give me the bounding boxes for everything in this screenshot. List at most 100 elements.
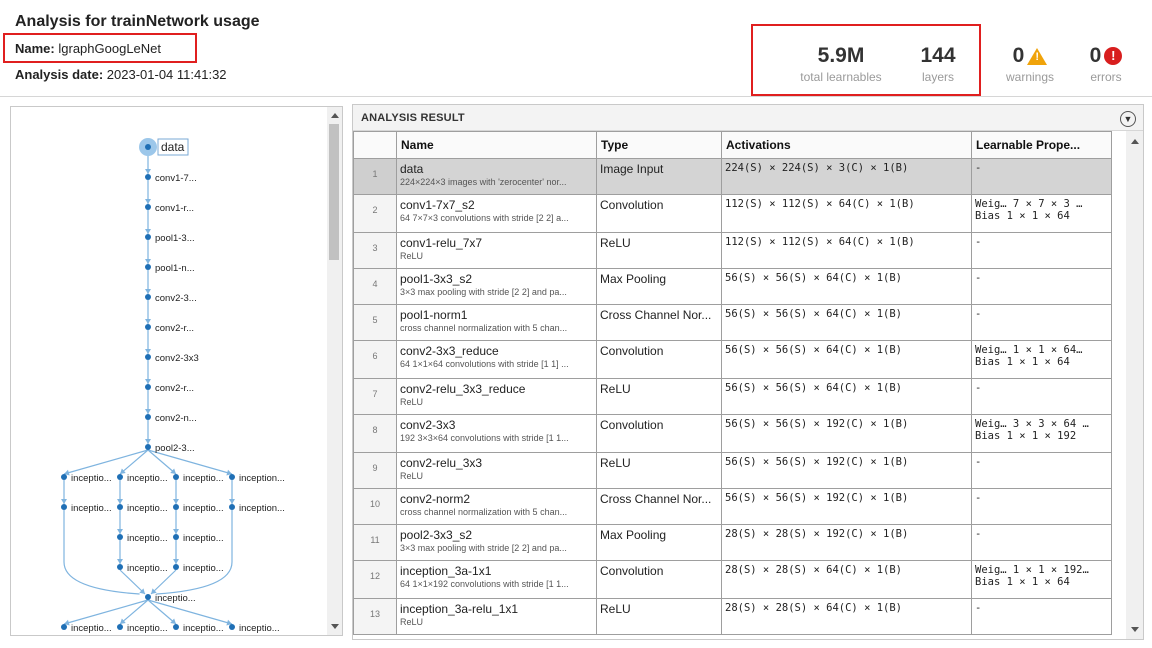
- graph-node[interactable]: [145, 264, 151, 270]
- scroll-down-arrow[interactable]: [331, 624, 339, 629]
- layer-activations: 56(S) × 56(S) × 192(C) × 1(B): [721, 414, 972, 453]
- graph-node[interactable]: [117, 504, 123, 510]
- layer-type: Max Pooling: [596, 524, 722, 561]
- layer-description: 224×224×3 images with 'zerocenter' nor..…: [400, 177, 567, 187]
- layer-type: ReLU: [596, 598, 722, 635]
- graph-node[interactable]: [145, 204, 151, 210]
- graph-node[interactable]: [117, 624, 123, 630]
- learnable-line-1: Weig… 7 × 7 × 3 …: [975, 198, 1083, 210]
- graph-edge-arrow: [145, 169, 151, 174]
- table-row[interactable]: 12 inception_3a-1x1 64 1×1×192 convolution…: [353, 560, 1112, 599]
- layer-name-cell[interactable]: pool1-3x3_s2 3×3 max pooling with stride …: [396, 268, 597, 305]
- table-scroll-thumb[interactable]: [1126, 131, 1143, 171]
- table-row[interactable]: 11 pool2-3x3_s2 3×3 max pooling with strid…: [353, 524, 1112, 561]
- graph-node[interactable]: [145, 174, 151, 180]
- table-scrollbar[interactable]: [1126, 131, 1143, 639]
- table-row[interactable]: 6 conv2-3x3_reduce 64 1×1×64 convolutions …: [353, 340, 1112, 379]
- table-row[interactable]: 4 pool1-3x3_s2 3×3 max pooling with stride…: [353, 268, 1112, 305]
- table-row[interactable]: 9 conv2-relu_3x3 ReLU ReLU 56(S) × 56(S) × 1…: [353, 452, 1112, 489]
- layer-name-cell[interactable]: inception_3a-1x1 64 1×1×192 convolutions …: [396, 560, 597, 599]
- table-scroll-down-arrow[interactable]: [1131, 627, 1139, 632]
- graph-node[interactable]: [61, 504, 67, 510]
- scroll-up-arrow[interactable]: [331, 113, 339, 118]
- layer-name-cell[interactable]: conv2-3x3 192 3×3×64 convolutions with st…: [396, 414, 597, 453]
- layer-learnables: -: [971, 488, 1112, 525]
- table-row[interactable]: 10 conv2-norm2 cross channel normalization…: [353, 488, 1112, 525]
- graph-node[interactable]: [145, 444, 151, 450]
- graph-node[interactable]: [229, 624, 235, 630]
- column-header-activations[interactable]: Activations: [721, 131, 972, 159]
- learnable-line-1: -: [975, 602, 982, 614]
- layer-description: 192 3×3×64 convolutions with stride [1 1…: [400, 433, 569, 443]
- errors-value: 0: [1089, 44, 1102, 67]
- layer-name-cell[interactable]: data 224×224×3 images with 'zerocenter' n…: [396, 158, 597, 195]
- graph-node[interactable]: [145, 414, 151, 420]
- network-graph[interactable]: data conv1-7... conv1-r... pool1-3... pool1-…: [11, 107, 329, 636]
- layer-table-container[interactable]: Name Type Activations Learnable Prope...…: [353, 131, 1125, 639]
- graph-edge-arrow: [145, 319, 151, 324]
- errors-stat[interactable]: 0! errors: [1076, 44, 1136, 84]
- layer-name-cell[interactable]: pool1-norm1 cross channel normalization w…: [396, 304, 597, 341]
- graph-node[interactable]: [173, 564, 179, 570]
- collapse-chevron-icon[interactable]: ▼: [1120, 111, 1136, 127]
- column-header-name[interactable]: Name: [396, 131, 597, 159]
- graph-node-label: inception...: [239, 503, 285, 514]
- graph-scrollbar[interactable]: [327, 107, 342, 635]
- layer-name-cell[interactable]: conv1-relu_7x7 ReLU: [396, 232, 597, 269]
- row-index: 2: [353, 194, 397, 233]
- graph-node[interactable]: [117, 534, 123, 540]
- layer-name-cell[interactable]: conv1-7x7_s2 64 7×7×3 convolutions with s…: [396, 194, 597, 233]
- graph-node[interactable]: [145, 294, 151, 300]
- learnable-line-2: Bias 1 × 1 × 64: [975, 356, 1070, 368]
- graph-node[interactable]: [117, 474, 123, 480]
- graph-node[interactable]: [145, 144, 151, 150]
- layer-name: conv2-relu_3x3_reduce: [400, 382, 526, 396]
- layer-name-cell[interactable]: conv2-relu_3x3 ReLU: [396, 452, 597, 489]
- table-row[interactable]: 8 conv2-3x3 192 3×3×64 convolutions with s…: [353, 414, 1112, 453]
- graph-node-label: inceptio...: [239, 623, 280, 634]
- layer-description: 3×3 max pooling with stride [2 2] and pa…: [400, 287, 567, 297]
- graph-scroll-thumb[interactable]: [329, 124, 339, 260]
- graph-node[interactable]: [173, 474, 179, 480]
- network-graph-panel[interactable]: data conv1-7... conv1-r... pool1-3... pool1-…: [10, 106, 343, 636]
- layer-description: ReLU: [400, 471, 424, 481]
- table-scroll-up-arrow[interactable]: [1131, 139, 1139, 144]
- graph-node[interactable]: [229, 474, 235, 480]
- row-index: 1: [353, 158, 397, 195]
- graph-node-label: conv2-3x3: [155, 353, 199, 364]
- layer-type: Cross Channel Nor...: [596, 304, 722, 341]
- warnings-stat[interactable]: 0! warnings: [1000, 44, 1060, 84]
- graph-node[interactable]: [173, 624, 179, 630]
- table-row[interactable]: 3 conv1-relu_7x7 ReLU ReLU 112(S) × 112(S) ×…: [353, 232, 1112, 269]
- graph-edge-arrow: [61, 499, 67, 504]
- graph-node[interactable]: [61, 474, 67, 480]
- column-header-type[interactable]: Type: [596, 131, 722, 159]
- graph-node[interactable]: [145, 354, 151, 360]
- table-header-row: Name Type Activations Learnable Prope...: [353, 131, 1112, 159]
- column-header-learnables[interactable]: Learnable Prope...: [971, 131, 1112, 159]
- row-index: 13: [353, 598, 397, 635]
- layer-name-cell[interactable]: conv2-3x3_reduce 64 1×1×64 convolutions w…: [396, 340, 597, 379]
- graph-node[interactable]: [61, 624, 67, 630]
- graph-node[interactable]: [117, 564, 123, 570]
- layer-description: 64 1×1×192 convolutions with stride [1 1…: [400, 579, 569, 589]
- graph-node[interactable]: [173, 534, 179, 540]
- graph-node[interactable]: [145, 234, 151, 240]
- table-row[interactable]: 7 conv2-relu_3x3_reduce ReLU ReLU 56(S) × 56…: [353, 378, 1112, 415]
- graph-node[interactable]: [145, 384, 151, 390]
- layer-name-cell[interactable]: conv2-norm2 cross channel normalization w…: [396, 488, 597, 525]
- graph-node[interactable]: [173, 504, 179, 510]
- layer-name-cell[interactable]: pool2-3x3_s2 3×3 max pooling with stride …: [396, 524, 597, 561]
- table-row[interactable]: 13 inception_3a-relu_1x1 ReLU ReLU 28(S) × 2…: [353, 598, 1112, 635]
- layer-type: Convolution: [596, 414, 722, 453]
- graph-node[interactable]: [145, 324, 151, 330]
- table-row[interactable]: 5 pool1-norm1 cross channel normalization …: [353, 304, 1112, 341]
- layer-name: conv2-relu_3x3: [400, 456, 483, 470]
- layer-name-cell[interactable]: conv2-relu_3x3_reduce ReLU: [396, 378, 597, 415]
- graph-node[interactable]: [229, 504, 235, 510]
- table-row[interactable]: 1 data 224×224×3 images with 'zerocenter' …: [353, 158, 1112, 195]
- table-row[interactable]: 2 conv1-7x7_s2 64 7×7×3 convolutions with …: [353, 194, 1112, 233]
- layer-name-cell[interactable]: inception_3a-relu_1x1 ReLU: [396, 598, 597, 635]
- layer-name: inception_3a-relu_1x1: [400, 602, 519, 616]
- graph-node[interactable]: [145, 594, 151, 600]
